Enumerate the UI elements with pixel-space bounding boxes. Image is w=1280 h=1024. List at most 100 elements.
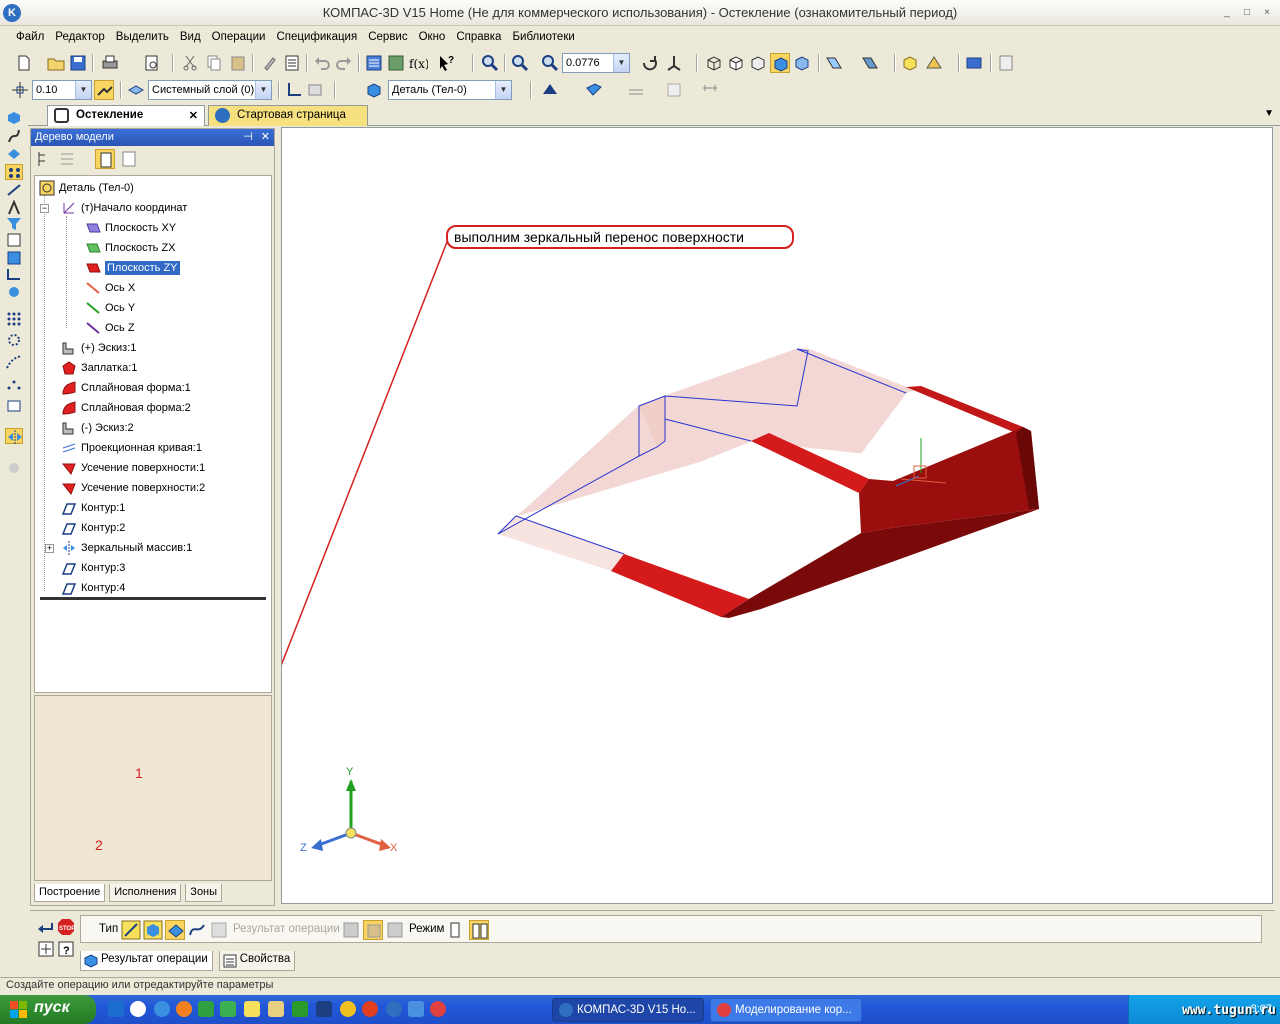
fx-icon[interactable]: f(x) — [408, 53, 430, 73]
tree-item-trim-surface-1[interactable]: Усечение поверхности:1 — [61, 460, 205, 478]
tree-item-axis-y[interactable]: Ось Y — [85, 300, 135, 318]
array-grid-icon[interactable] — [5, 310, 23, 326]
edit-part-icon[interactable] — [5, 110, 23, 126]
part-icon[interactable] — [364, 80, 384, 100]
zoom-window-icon[interactable] — [480, 53, 500, 73]
tree-item-spline-2[interactable]: Сплайновая форма:2 — [61, 400, 191, 418]
part-combo[interactable]: Деталь (Тел-0) ▼ — [388, 80, 512, 100]
app-icon-light[interactable] — [408, 1001, 424, 1017]
help-pointer-icon[interactable]: ? — [436, 53, 456, 73]
menu-select[interactable]: Выделить — [116, 29, 176, 47]
tab-executions[interactable]: Исполнения — [109, 884, 182, 902]
color-icon[interactable] — [540, 80, 560, 100]
open-folder-icon[interactable] — [46, 53, 66, 73]
layer-combo[interactable]: Системный слой (0) ▼ — [148, 80, 272, 100]
manager-icon[interactable] — [364, 53, 384, 73]
expand-mirror-icon[interactable]: + — [45, 544, 54, 553]
kompas-quick-icon[interactable] — [386, 1001, 402, 1017]
properties-icon[interactable] — [282, 53, 302, 73]
orientation-icon[interactable] — [664, 53, 684, 73]
diagnostics-icon[interactable] — [5, 199, 23, 216]
copy-icon[interactable] — [204, 53, 224, 73]
cut-icon[interactable] — [180, 53, 200, 73]
array-table-icon[interactable] — [5, 398, 23, 414]
menu-service[interactable]: Сервис — [368, 29, 414, 47]
task-browser[interactable]: Моделирование кор... — [710, 998, 862, 1022]
hidden-thin-icon[interactable] — [748, 53, 768, 73]
tree-item-axis-z[interactable]: Ось Z — [85, 320, 135, 338]
shaded-icon[interactable] — [770, 53, 790, 73]
local-cs-icon[interactable] — [284, 80, 304, 100]
shaded-edges-icon[interactable] — [792, 53, 812, 73]
arrays-icon[interactable] — [5, 164, 23, 180]
app-icon-yellow[interactable] — [340, 1001, 356, 1017]
chrome-icon[interactable] — [430, 1001, 446, 1017]
array-curve-icon[interactable] — [5, 354, 23, 370]
new-file-icon[interactable] — [14, 53, 34, 73]
pin-icon[interactable]: ⊣ — [243, 130, 253, 143]
perspective-icon[interactable] — [924, 53, 944, 73]
chevron-down-icon[interactable]: ▼ — [613, 54, 629, 72]
format-brush-icon[interactable] — [260, 53, 280, 73]
menu-window[interactable]: Окно — [419, 29, 453, 47]
type-curve-icon[interactable] — [187, 920, 207, 940]
variables-icon[interactable] — [386, 53, 406, 73]
tree-item-mirror-array-1[interactable]: Зеркальный массив:1 — [61, 540, 192, 558]
media-player-icon[interactable] — [130, 1001, 146, 1017]
firefox-icon[interactable] — [176, 1001, 192, 1017]
type-sketch-icon[interactable] — [121, 920, 141, 940]
app-icon-blue[interactable] — [316, 1001, 332, 1017]
tab-zones[interactable]: Зоны — [185, 884, 223, 902]
tab-glazing[interactable]: Остекление ✕ — [47, 105, 205, 126]
minimize-button[interactable]: _ — [1220, 6, 1234, 20]
surfaces-icon[interactable] — [5, 146, 23, 162]
tree-item-trim-surface-2[interactable]: Усечение поверхности:2 — [61, 480, 205, 498]
pen-icon[interactable] — [292, 1001, 308, 1017]
close-icon[interactable]: ✕ — [261, 130, 270, 143]
restore-button[interactable]: □ — [1240, 6, 1254, 20]
tree-item-sketch-1[interactable]: (+) Эскиз:1 — [61, 340, 136, 358]
mode-multi-icon[interactable] — [469, 920, 489, 940]
messenger-icon[interactable] — [154, 1001, 170, 1017]
paste-icon[interactable] — [228, 53, 248, 73]
print-icon[interactable] — [100, 53, 120, 73]
cube-yellow-icon[interactable] — [900, 53, 920, 73]
fit-view-icon[interactable] — [36, 939, 56, 959]
tabs-menu-icon[interactable]: ▼ — [1264, 108, 1274, 119]
zoom-scale-icon[interactable] — [540, 53, 560, 73]
start-button[interactable]: пуск — [0, 995, 96, 1024]
snap-step-icon[interactable] — [10, 80, 30, 100]
chevron-down-icon[interactable]: ▼ — [255, 81, 271, 99]
measure-icon[interactable] — [964, 53, 984, 73]
tree-item-contour-3[interactable]: Контур:3 — [61, 560, 125, 578]
preview-icon[interactable] — [142, 53, 162, 73]
tree-item-axis-x[interactable]: Ось X — [85, 280, 135, 298]
tree-item-origin[interactable]: (т)Начало координат — [61, 200, 187, 218]
wireframe-icon[interactable] — [704, 53, 724, 73]
elements-icon[interactable] — [5, 266, 23, 282]
section-icon[interactable] — [824, 53, 844, 73]
tab-operation-result[interactable]: Результат операции — [80, 951, 213, 971]
folder-icon[interactable] — [268, 1001, 284, 1017]
aux-geometry-icon[interactable] — [5, 182, 23, 198]
array-points-icon[interactable] — [5, 376, 23, 392]
mode-single-icon[interactable] — [447, 920, 467, 940]
grid-icon[interactable] — [664, 80, 684, 100]
tree-item-spline-1[interactable]: Сплайновая форма:1 — [61, 380, 191, 398]
chevron-down-icon[interactable]: ▼ — [75, 81, 91, 99]
reports-icon[interactable] — [5, 250, 23, 266]
filter-icon[interactable] — [860, 53, 880, 73]
tree-item-contour-4[interactable]: Контур:4 — [61, 580, 125, 598]
menu-edit[interactable]: Редактор — [55, 29, 112, 47]
tree-structure-icon[interactable] — [35, 149, 55, 169]
tree-item-projection-curve-1[interactable]: Проекционная кривая:1 — [61, 440, 202, 458]
tree-view-icon[interactable] — [95, 149, 115, 169]
rotate-icon[interactable] — [640, 53, 660, 73]
menu-view[interactable]: Вид — [180, 29, 208, 47]
app-icon-red[interactable] — [362, 1001, 378, 1017]
filters-icon[interactable] — [5, 216, 23, 232]
save-icon[interactable] — [68, 53, 88, 73]
array-circular-icon[interactable] — [5, 332, 23, 348]
tree-item-patch-1[interactable]: Заплатка:1 — [61, 360, 137, 378]
specification-icon[interactable] — [5, 232, 23, 248]
